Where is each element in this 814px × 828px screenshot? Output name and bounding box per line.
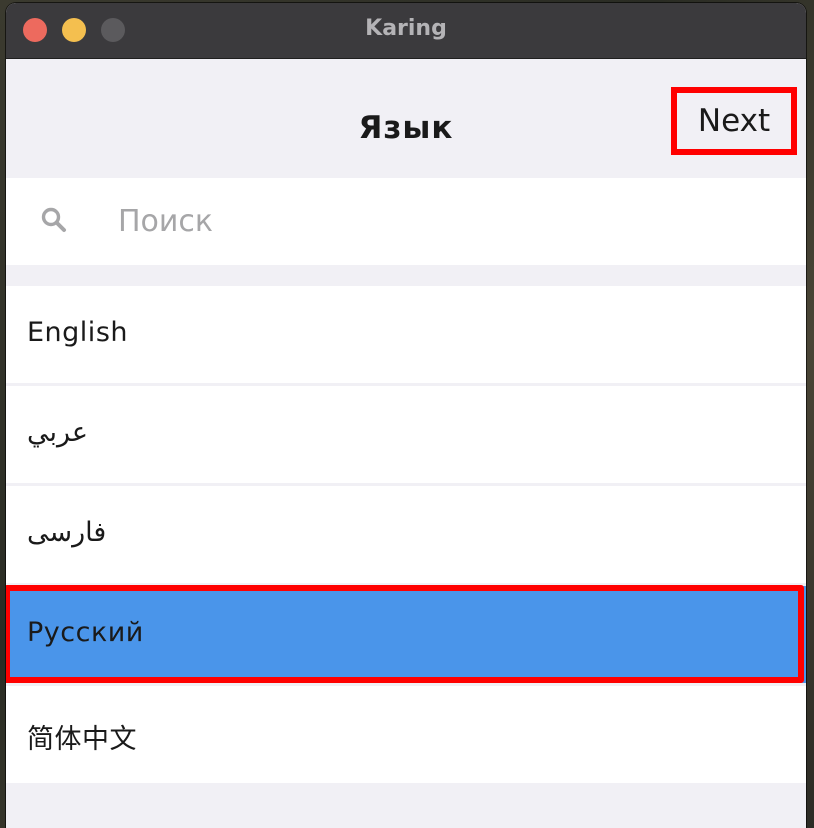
title-bar[interactable]: Karing bbox=[6, 3, 806, 59]
language-label: عربي bbox=[27, 417, 89, 448]
language-item-arabic[interactable]: عربي bbox=[6, 386, 806, 483]
search-bar[interactable] bbox=[6, 178, 806, 265]
language-label: English bbox=[27, 317, 128, 348]
search-input[interactable] bbox=[118, 196, 778, 246]
language-item-english[interactable]: English bbox=[6, 286, 806, 383]
language-label: Русский bbox=[27, 617, 144, 648]
language-item-chinese[interactable]: 简体中文 bbox=[6, 686, 806, 783]
language-label: فارسی bbox=[27, 517, 107, 548]
language-item-russian[interactable]: Русский bbox=[6, 585, 806, 683]
search-icon bbox=[41, 207, 66, 232]
window-title: Karing bbox=[365, 16, 447, 41]
language-item-persian[interactable]: فارسی bbox=[6, 486, 806, 583]
app-window: Karing Язык Next English عربي فارسی Русс… bbox=[6, 3, 806, 828]
language-list: English عربي فارسی Русский 简体中文 bbox=[6, 286, 806, 786]
next-button[interactable]: Next bbox=[671, 87, 797, 155]
navigation-bar: Язык Next bbox=[6, 59, 806, 177]
language-label: 简体中文 bbox=[27, 724, 137, 755]
